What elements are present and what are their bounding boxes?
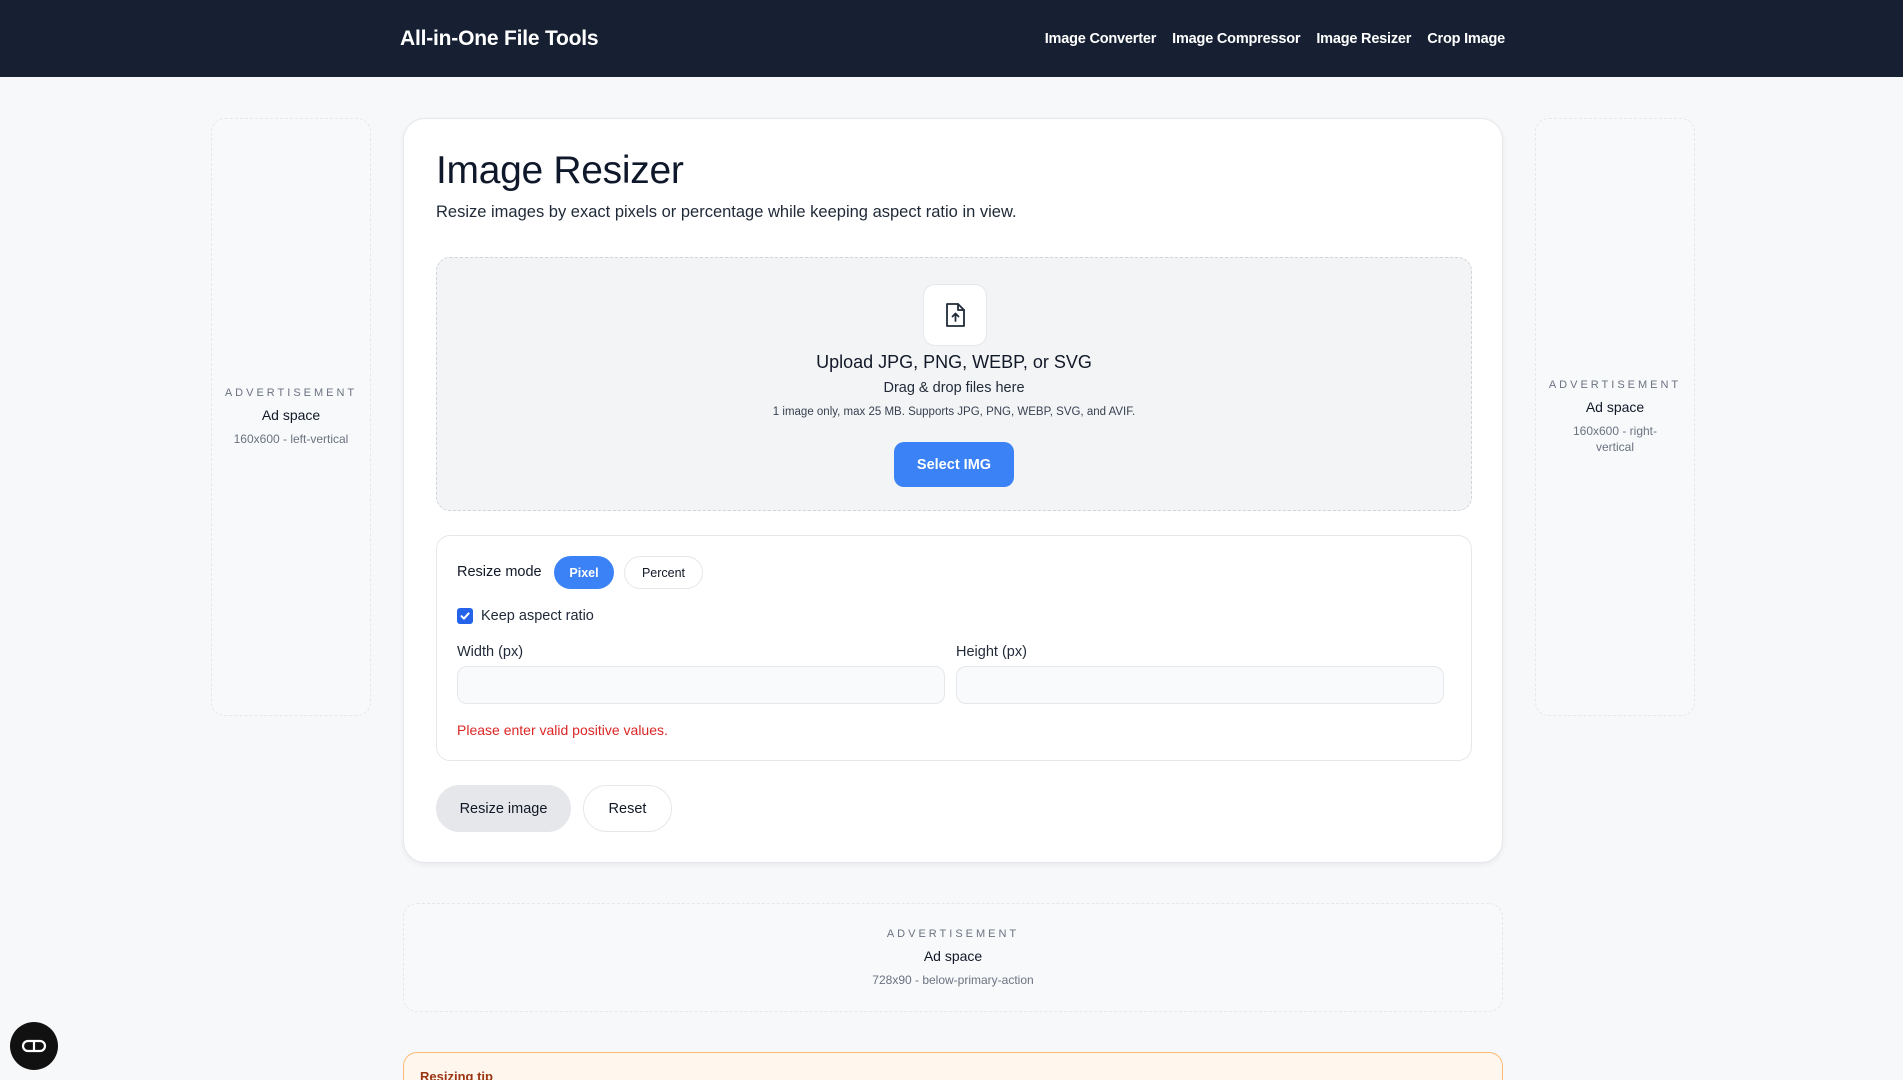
ad-size: 728x90 - below-primary-action	[872, 972, 1034, 987]
ad-below-primary-action: ADVERTISEMENT Ad space 728x90 - below-pr…	[403, 903, 1503, 1012]
width-input[interactable]	[457, 666, 945, 704]
file-upload-icon	[923, 284, 987, 346]
ad-title: Ad space	[261, 407, 321, 423]
upload-drag-text: Drag & drop files here	[883, 380, 1025, 396]
nav-image-resizer[interactable]: Image Resizer	[1316, 31, 1411, 47]
nav-image-converter[interactable]: Image Converter	[1045, 31, 1157, 47]
resize-image-button[interactable]: Resize image	[436, 785, 571, 832]
keep-aspect-label: Keep aspect ratio	[481, 608, 594, 624]
resizer-card: Image Resizer Resize images by exact pix…	[403, 118, 1503, 863]
ad-right-vertical: ADVERTISEMENT Ad space 160x600 - right-v…	[1535, 118, 1695, 716]
validation-error: Please enter valid positive values.	[457, 722, 668, 738]
mode-percent-button[interactable]: Percent	[624, 556, 703, 589]
tip-title: Resizing tip	[420, 1069, 493, 1080]
select-image-button[interactable]: Select IMG	[894, 442, 1014, 487]
ad-kicker: ADVERTISEMENT	[1548, 379, 1682, 391]
glasses-icon-button[interactable]	[10, 1022, 58, 1070]
height-label: Height (px)	[956, 644, 1027, 660]
height-input[interactable]	[956, 666, 1444, 704]
page-title: Image Resizer	[436, 149, 684, 192]
mode-pixel-button[interactable]: Pixel	[554, 556, 614, 589]
upload-title: Upload JPG, PNG, WEBP, or SVG	[816, 352, 1092, 372]
resize-settings-panel: Resize mode Pixel Percent Keep aspect ra…	[436, 535, 1472, 761]
nav-crop-image[interactable]: Crop Image	[1427, 31, 1505, 47]
ad-size: 160x600 - right-vertical	[1572, 424, 1658, 454]
resize-mode-label: Resize mode	[457, 564, 542, 580]
glasses-icon	[21, 1039, 47, 1053]
upload-dropzone[interactable]: Upload JPG, PNG, WEBP, or SVG Drag & dro…	[436, 257, 1472, 511]
keep-aspect-row[interactable]: Keep aspect ratio	[457, 608, 594, 624]
width-label: Width (px)	[457, 644, 524, 660]
ad-kicker: ADVERTISEMENT	[886, 927, 1020, 940]
top-navbar: All-in-One File Tools Image Converter Im…	[0, 0, 1903, 77]
ad-size: 160x600 - left-vertical	[233, 432, 349, 446]
reset-button[interactable]: Reset	[583, 785, 672, 832]
page-subtitle: Resize images by exact pixels or percent…	[436, 203, 1017, 221]
ad-kicker: ADVERTISEMENT	[224, 387, 358, 399]
nav-image-compressor[interactable]: Image Compressor	[1172, 31, 1300, 47]
upload-hint: 1 image only, max 25 MB. Supports JPG, P…	[772, 406, 1136, 418]
resizing-tip-box: Resizing tip	[403, 1052, 1503, 1080]
ad-title: Ad space	[923, 947, 983, 964]
brand-logo-text[interactable]: All-in-One File Tools	[400, 0, 599, 77]
main-nav: Image Converter Image Compressor Image R…	[1045, 0, 1505, 77]
keep-aspect-checkbox[interactable]	[457, 608, 473, 624]
ad-left-vertical: ADVERTISEMENT Ad space 160x600 - left-ve…	[211, 118, 371, 716]
ad-title: Ad space	[1585, 399, 1645, 415]
